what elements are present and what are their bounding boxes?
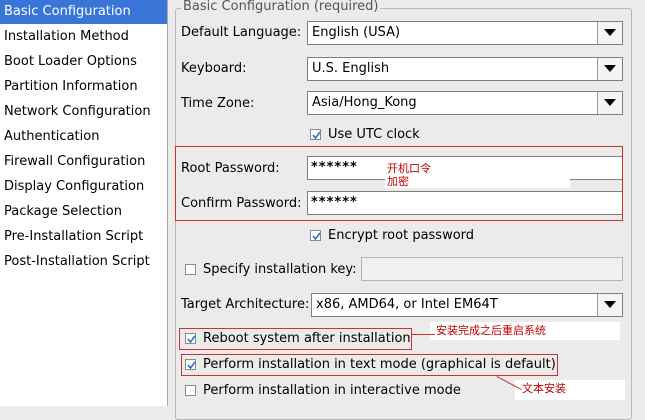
keyboard-combo[interactable]: U.S. English xyxy=(307,57,623,81)
encrypt-annotation-note: 加密 xyxy=(387,175,409,188)
sidebar-item-package-selection[interactable]: Package Selection xyxy=(0,200,167,224)
keyboard-value: U.S. English xyxy=(312,61,390,76)
chevron-down-icon[interactable] xyxy=(597,22,622,44)
target-architecture-label: Target Architecture: xyxy=(181,297,310,312)
sidebar-item-firewall-configuration[interactable]: Firewall Configuration xyxy=(0,150,167,174)
time-zone-combo[interactable]: Asia/Hong_Kong xyxy=(307,91,623,115)
group-title: Basic Configuration (required) xyxy=(181,0,381,14)
reboot-annotation-leader xyxy=(411,334,435,335)
sidebar-item-installation-method[interactable]: Installation Method xyxy=(0,25,167,49)
installation-key-input[interactable] xyxy=(361,257,623,281)
sidebar-item-basic-configuration[interactable]: Basic Configuration xyxy=(0,0,167,24)
confirm-password-label: Confirm Password: xyxy=(181,196,302,211)
default-language-label: Default Language: xyxy=(181,25,302,40)
confirm-password-value: ****** xyxy=(311,195,358,210)
keyboard-label: Keyboard: xyxy=(181,61,247,76)
sidebar-item-display-configuration[interactable]: Display Configuration xyxy=(0,175,167,199)
time-zone-value: Asia/Hong_Kong xyxy=(312,95,417,110)
checkbox-icon[interactable] xyxy=(185,385,196,396)
sidebar-item-authentication[interactable]: Authentication xyxy=(0,125,167,149)
checkbox-icon[interactable] xyxy=(185,333,196,344)
text-mode-annotation-note: 文本安装 xyxy=(522,382,566,395)
use-utc-clock-label: Use UTC clock xyxy=(328,127,420,142)
target-architecture-value: x86, AMD64, or Intel EM64T xyxy=(316,297,498,312)
text-mode-installation-label: Perform installation in text mode (graph… xyxy=(203,357,556,372)
time-zone-label: Time Zone: xyxy=(181,96,255,111)
interactive-mode-installation-label: Perform installation in interactive mode xyxy=(203,383,461,398)
default-language-value: English (USA) xyxy=(312,25,401,40)
sidebar-item-partition-information[interactable]: Partition Information xyxy=(0,75,167,99)
specify-installation-key-label: Specify installation key: xyxy=(203,262,357,277)
encrypt-root-password-label: Encrypt root password xyxy=(328,228,475,243)
checkbox-icon[interactable] xyxy=(185,359,196,370)
root-password-label: Root Password: xyxy=(181,161,280,176)
sidebar-item-post-installation-script[interactable]: Post-Installation Script xyxy=(0,250,167,274)
checkbox-icon[interactable] xyxy=(185,264,196,275)
reboot-annotation-note: 安装完成之后重启系统 xyxy=(436,324,546,337)
chevron-down-icon[interactable] xyxy=(597,92,622,114)
target-architecture-combo[interactable]: x86, AMD64, or Intel EM64T xyxy=(311,293,623,317)
password-annotation-note: 开机口令 xyxy=(387,162,431,175)
sidebar-item-network-configuration[interactable]: Network Configuration xyxy=(0,100,167,124)
sidebar-item-pre-installation-script[interactable]: Pre-Installation Script xyxy=(0,225,167,249)
sidebar-item-boot-loader-options[interactable]: Boot Loader Options xyxy=(0,50,167,74)
reboot-after-installation-label: Reboot system after installation xyxy=(203,331,411,346)
root-password-value: ****** xyxy=(311,160,358,175)
chevron-down-icon[interactable] xyxy=(597,58,622,80)
chevron-down-icon[interactable] xyxy=(597,294,622,316)
basic-configuration-panel: Basic Configuration (required) Default L… xyxy=(168,0,645,420)
default-language-combo[interactable]: English (USA) xyxy=(307,21,623,45)
checkbox-icon[interactable] xyxy=(310,129,321,140)
checkbox-icon[interactable] xyxy=(310,230,321,241)
confirm-password-field[interactable]: ****** xyxy=(307,191,623,215)
sidebar: Basic Configuration Installation Method … xyxy=(0,0,168,406)
